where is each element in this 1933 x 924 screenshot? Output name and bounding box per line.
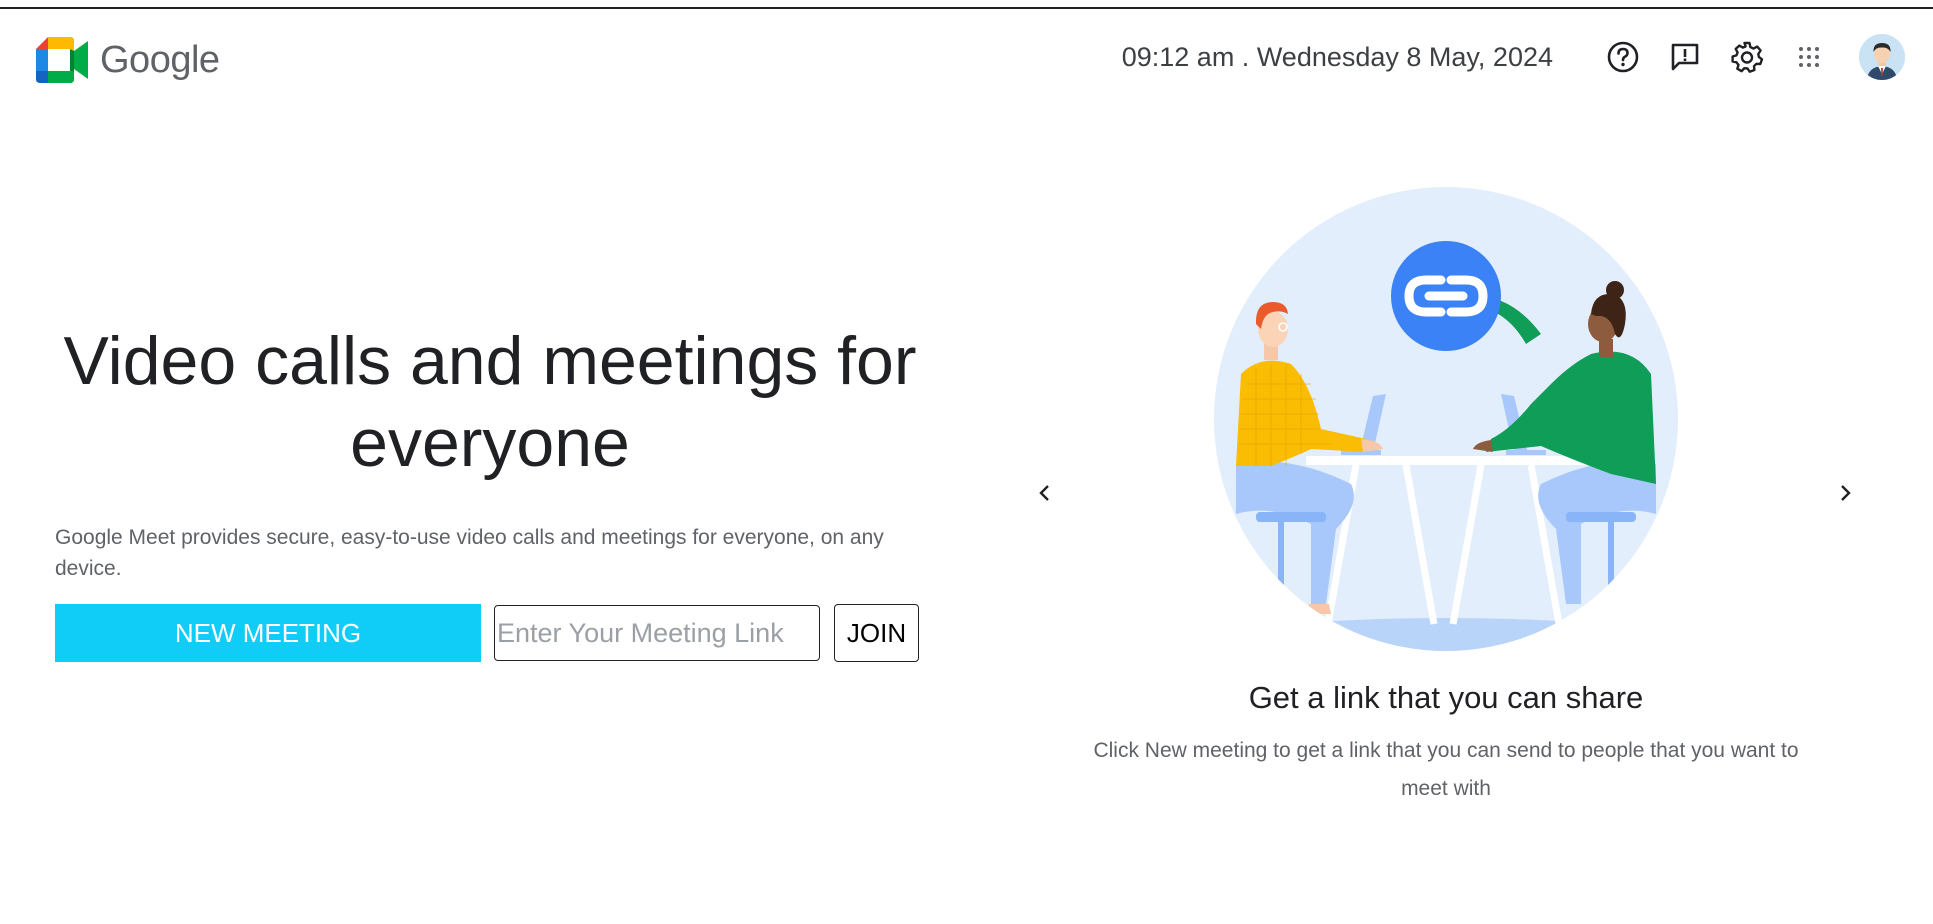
carousel-next-button[interactable] bbox=[1830, 478, 1860, 508]
google-meet-logo[interactable]: Google bbox=[36, 37, 220, 83]
header-toolbar: 09:12 am . Wednesday 8 May, 2024 bbox=[1122, 32, 1905, 82]
help-icon bbox=[1607, 41, 1639, 73]
apps-button[interactable] bbox=[1789, 37, 1829, 77]
datetime: 09:12 am . Wednesday 8 May, 2024 bbox=[1121, 41, 1553, 72]
top-border bbox=[0, 7, 1933, 9]
hero-section: Video calls and meetings for everyone Go… bbox=[55, 320, 925, 584]
meet-logo-icon bbox=[36, 37, 88, 83]
avatar[interactable] bbox=[1859, 34, 1905, 80]
apps-icon bbox=[1799, 47, 1819, 67]
header: Google 09:12 am . Wednesday 8 May, 2024 bbox=[0, 30, 1933, 90]
feedback-icon bbox=[1671, 43, 1699, 71]
feedback-button[interactable] bbox=[1665, 37, 1705, 77]
page-title: Video calls and meetings for everyone bbox=[63, 323, 917, 481]
logo-text: Google bbox=[100, 38, 220, 81]
settings-button[interactable] bbox=[1727, 37, 1767, 77]
help-button[interactable] bbox=[1603, 37, 1643, 77]
join-button[interactable]: JOIN bbox=[834, 604, 919, 662]
meeting-link-input[interactable] bbox=[494, 605, 820, 661]
settings-icon bbox=[1731, 41, 1764, 73]
carousel-prev-button[interactable] bbox=[1030, 478, 1060, 508]
slide-description: Click New meeting to get a link that you… bbox=[1093, 739, 1799, 800]
meeting-actions: NEW MEETING JOIN bbox=[55, 604, 919, 662]
slide-title: Get a link that you can share bbox=[1248, 680, 1644, 715]
share-link-illustration bbox=[1214, 187, 1678, 651]
chevron-right-icon bbox=[1841, 485, 1851, 501]
new-meeting-button[interactable]: NEW MEETING bbox=[55, 604, 481, 662]
hero-description: Google Meet provides secure, easy-to-use… bbox=[55, 526, 884, 580]
chevron-left-icon bbox=[1039, 485, 1049, 501]
feature-carousel: Get a link that you can share Click New … bbox=[1030, 180, 1900, 820]
user-avatar-icon bbox=[1859, 34, 1905, 80]
